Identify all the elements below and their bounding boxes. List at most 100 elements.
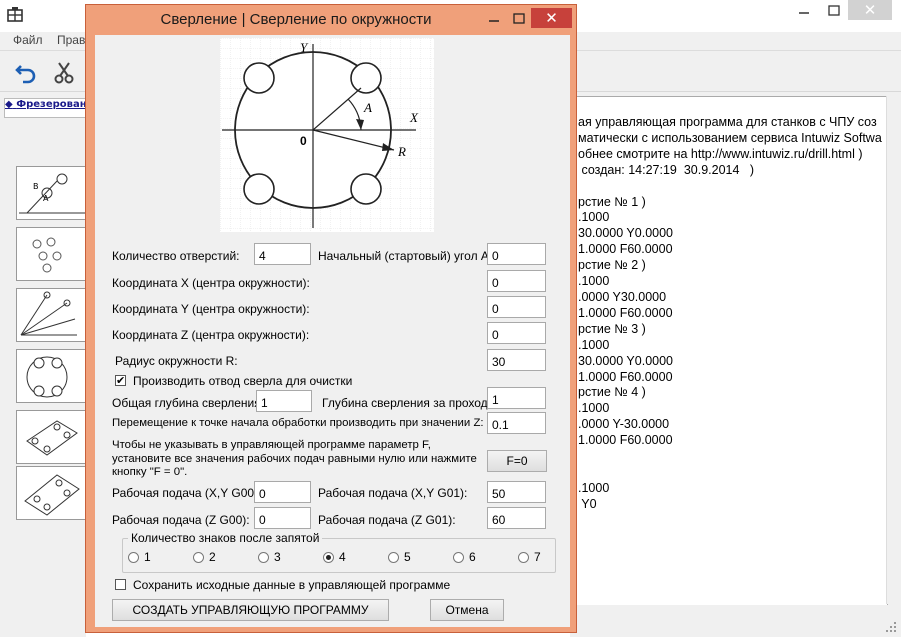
program-line: .1000 bbox=[578, 210, 610, 225]
program-line: .1000 bbox=[578, 274, 610, 289]
decimals-radio-5[interactable] bbox=[388, 552, 399, 563]
program-line bbox=[578, 465, 882, 481]
program-line: .0000 Y30.0000 bbox=[578, 289, 667, 304]
total-depth-label: Общая глубина сверления: bbox=[112, 396, 265, 410]
program-line: рстие № 2 ) bbox=[578, 258, 646, 273]
operation-thumbnail-4[interactable] bbox=[16, 349, 86, 403]
main-maximize-button[interactable] bbox=[820, 2, 850, 20]
menu-file[interactable]: Файл bbox=[13, 33, 43, 47]
coord-z-input[interactable] bbox=[487, 322, 546, 344]
feed-note-line-1: Чтобы не указывать в управляющей програм… bbox=[112, 439, 431, 451]
drilling-dialog: Сверление | Сверление по окружности ✕ Y … bbox=[85, 4, 577, 633]
holes-count-input[interactable] bbox=[254, 243, 311, 265]
main-minimize-button[interactable] bbox=[790, 2, 820, 20]
program-line: рстие № 1 ) bbox=[578, 194, 646, 209]
coord-y-input[interactable] bbox=[487, 296, 546, 318]
svg-text:B: B bbox=[33, 182, 39, 191]
menu-edit[interactable]: Прав bbox=[57, 33, 85, 47]
operation-thumbnail-2[interactable] bbox=[16, 227, 86, 281]
feed-z-g00-label: Рабочая подача (Z G00): bbox=[112, 513, 250, 527]
decimals-radio-label: 3 bbox=[274, 550, 281, 564]
program-line: 1.0000 F60.0000 bbox=[578, 433, 673, 448]
total-depth-input[interactable] bbox=[256, 390, 312, 412]
decimals-radio-row: 1 2 3 4 5 6 7 bbox=[128, 550, 548, 566]
decimals-radio-1[interactable] bbox=[128, 552, 139, 563]
decimals-radio-4[interactable] bbox=[323, 552, 334, 563]
decimals-radio-label: 5 bbox=[404, 550, 411, 564]
operation-thumbnail-6[interactable] bbox=[16, 466, 86, 520]
feed-xy-g00-label: Рабочая подача (X,Y G00): bbox=[112, 486, 262, 500]
dialog-minimize-button[interactable] bbox=[481, 9, 507, 29]
dialog-maximize-button[interactable] bbox=[506, 9, 532, 29]
move-z-label: Перемещение к точке начала обработки про… bbox=[112, 417, 484, 429]
program-scrollbar[interactable] bbox=[886, 96, 901, 604]
program-lines: ая управляющая программа для станков с Ч… bbox=[578, 115, 882, 513]
retract-checkbox[interactable]: ✔ bbox=[115, 375, 126, 386]
decimals-group-label: Количество знаков после запятой bbox=[128, 531, 323, 545]
feed-z-g01-label: Рабочая подача (Z G01): bbox=[318, 513, 456, 527]
generated-program-text[interactable]: ая управляющая программа для станков с Ч… bbox=[570, 96, 888, 606]
diagram-x-label: X bbox=[410, 110, 418, 125]
coord-y-label: Координата Y (центра окружности): bbox=[112, 302, 310, 316]
coord-x-label: Координата X (центра окружности): bbox=[112, 276, 310, 290]
program-line: рстие № 3 ) bbox=[578, 321, 646, 336]
milling-tab[interactable]: ◆ Фрезерован bbox=[4, 98, 88, 118]
program-line bbox=[578, 449, 882, 465]
milling-tab-label: Фрезерован bbox=[16, 99, 87, 110]
create-program-button[interactable]: СОЗДАТЬ УПРАВЛЯЮЩУЮ ПРОГРАММУ bbox=[112, 599, 389, 621]
f-zero-button[interactable]: F=0 bbox=[487, 450, 547, 472]
program-line: 1.0000 F60.0000 bbox=[578, 305, 673, 320]
program-line: .0000 Y-30.0000 bbox=[578, 417, 670, 432]
radius-input[interactable] bbox=[487, 349, 546, 371]
cancel-button[interactable]: Отмена bbox=[430, 599, 504, 621]
program-line: ая управляющая программа для станков с Ч… bbox=[578, 115, 877, 129]
operation-thumbnail-1[interactable]: BA bbox=[16, 166, 86, 220]
diagram-y-label: Y bbox=[300, 40, 308, 55]
program-line: Y0 bbox=[578, 496, 597, 511]
coord-x-input[interactable] bbox=[487, 270, 546, 292]
feed-xy-g01-input[interactable] bbox=[487, 481, 546, 503]
decimals-radio-7[interactable] bbox=[518, 552, 529, 563]
program-line: создан: 14:27:19 30.9.2014 ) bbox=[578, 162, 755, 177]
resize-grip-icon[interactable] bbox=[884, 620, 898, 634]
feed-z-g00-input[interactable] bbox=[254, 507, 311, 529]
feed-xy-g01-label: Рабочая подача (X,Y G01): bbox=[318, 486, 468, 500]
decimals-radio-label: 6 bbox=[469, 550, 476, 564]
svg-text:A: A bbox=[43, 194, 49, 203]
start-angle-input[interactable] bbox=[487, 243, 546, 265]
program-line: обнее смотрите на http://www.intuwiz.ru/… bbox=[578, 146, 863, 161]
feed-z-g01-input[interactable] bbox=[487, 507, 546, 529]
program-line: .1000 bbox=[578, 401, 610, 416]
coord-z-label: Координата Z (центра окружности): bbox=[112, 328, 310, 342]
decimals-radio-label: 1 bbox=[144, 550, 151, 564]
cut-icon[interactable] bbox=[52, 60, 76, 87]
decimals-radio-3[interactable] bbox=[258, 552, 269, 563]
diagram-radius-label: R bbox=[398, 144, 406, 159]
move-z-input[interactable] bbox=[487, 412, 546, 434]
program-line: 1.0000 F60.0000 bbox=[578, 242, 673, 257]
decimals-radio-2[interactable] bbox=[193, 552, 204, 563]
pass-depth-input[interactable] bbox=[487, 387, 546, 409]
diagram-angle-label: A bbox=[364, 100, 372, 115]
program-line: .1000 bbox=[578, 337, 610, 352]
undo-icon[interactable] bbox=[14, 60, 38, 87]
decimals-radio-6[interactable] bbox=[453, 552, 464, 563]
dialog-close-button[interactable]: ✕ bbox=[531, 8, 572, 28]
radius-label: Радиус окружности R: bbox=[115, 354, 238, 368]
program-line: рстие № 4 ) bbox=[578, 385, 646, 400]
status-strip bbox=[570, 605, 901, 637]
holes-count-label: Количество отверстий: bbox=[112, 249, 240, 263]
circle-pattern-diagram: Y X A R 0 bbox=[220, 38, 434, 232]
operation-thumbnail-3[interactable] bbox=[16, 288, 86, 342]
start-angle-label: Начальный (стартовый) угол A: bbox=[318, 249, 493, 263]
program-line: 1.0000 F60.0000 bbox=[578, 369, 673, 384]
feed-xy-g00-input[interactable] bbox=[254, 481, 311, 503]
operation-thumbnail-5[interactable] bbox=[16, 410, 86, 464]
program-line: матически с использованием сервиса Intuw… bbox=[578, 130, 882, 145]
dialog-body: Y X A R 0 Количество отверстий: Начальны… bbox=[95, 35, 570, 627]
main-close-button[interactable]: ✕ bbox=[848, 0, 892, 20]
pass-depth-label: Глубина сверления за проход: bbox=[322, 396, 492, 410]
program-line bbox=[578, 179, 882, 195]
save-input-checkbox[interactable] bbox=[115, 579, 126, 590]
app-icon bbox=[6, 6, 24, 24]
